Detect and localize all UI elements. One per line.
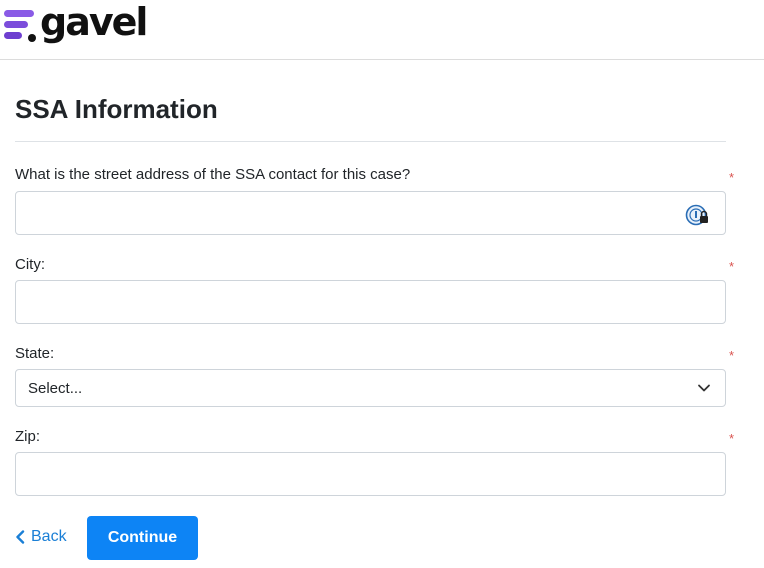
state-label: State: [15, 345, 55, 362]
continue-button[interactable]: Continue [87, 516, 198, 560]
chevron-down-icon [698, 384, 710, 392]
logo-text: gavel [40, 0, 148, 44]
street-address-input[interactable] [15, 191, 726, 235]
city-label: City: [15, 256, 45, 273]
required-marker: * [729, 170, 735, 185]
page-title: SSA Information [15, 94, 218, 124]
gavel-logo[interactable]: gavel [4, 2, 148, 50]
zip-label: Zip: [15, 428, 41, 445]
top-bar: gavel [0, 0, 764, 60]
title-divider [15, 141, 726, 142]
back-link[interactable]: Back [15, 528, 67, 546]
chevron-left-icon [16, 530, 25, 544]
zip-input[interactable] [15, 452, 726, 496]
back-label: Back [31, 528, 67, 545]
city-input[interactable] [15, 280, 726, 324]
required-marker: * [729, 259, 735, 274]
required-marker: * [729, 431, 735, 446]
street-address-label: What is the street address of the SSA co… [15, 166, 411, 183]
state-select-value: Select... [28, 380, 83, 397]
password-manager-icon[interactable] [685, 203, 711, 227]
gavel-logo-icon [4, 6, 40, 46]
state-select[interactable]: Select... [15, 369, 726, 407]
required-marker: * [729, 348, 735, 363]
